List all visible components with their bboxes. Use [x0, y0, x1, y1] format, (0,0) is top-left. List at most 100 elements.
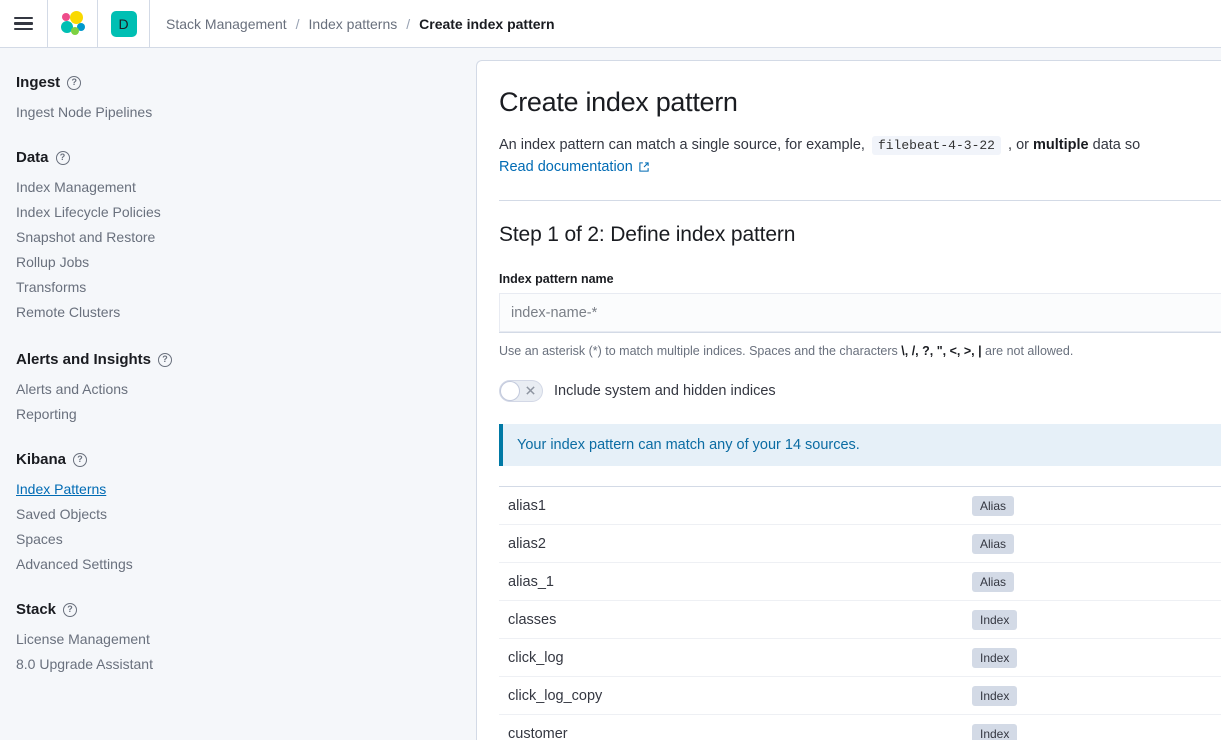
index-type-cell: Alias — [972, 495, 1221, 516]
sidebar-item-spaces[interactable]: Spaces — [16, 527, 63, 552]
toggle-knob — [501, 382, 519, 400]
index-name: alias1 — [508, 497, 546, 514]
top-header-bar: D Stack Management / Index patterns / Cr… — [0, 0, 1221, 48]
index-name: alias2 — [508, 535, 546, 552]
hamburger-menu-icon — [14, 16, 33, 31]
sidebar-item-rollup-jobs[interactable]: Rollup Jobs — [16, 250, 89, 275]
intro-description: An index pattern can match a single sour… — [499, 133, 1221, 158]
matching-indices-table: alias1 Alias alias2 Alias alias_1 Alias … — [499, 486, 1221, 740]
sidebar-group-label: Ingest — [16, 74, 61, 91]
read-documentation-link[interactable]: Read documentation — [499, 159, 650, 175]
helper-prefix: Use an asterisk (*) to match multiple in… — [499, 344, 898, 358]
table-row[interactable]: classes Index — [499, 600, 1221, 638]
status-badge: Index — [972, 609, 1018, 630]
intro-text-part3: data so — [1092, 137, 1141, 153]
sidebar-group-title-kibana: Kibana ? — [16, 451, 476, 468]
sidebar-item-index-lifecycle-policies[interactable]: Index Lifecycle Policies — [16, 200, 161, 225]
code-example-chip: filebeat-4-3-22 — [871, 136, 1001, 155]
breadcrumb-item-stack-management[interactable]: Stack Management — [166, 16, 287, 32]
main-menu-button[interactable] — [0, 0, 48, 48]
table-row[interactable]: customer Index — [499, 714, 1221, 740]
breadcrumb-item-index-patterns[interactable]: Index patterns — [309, 16, 398, 32]
index-name: click_log — [508, 649, 564, 666]
status-badge: Alias — [972, 571, 1015, 592]
index-type-cell: Index — [972, 647, 1221, 668]
sidebar-group-title-data: Data ? — [16, 149, 476, 166]
include-system-indices-toggle[interactable] — [499, 380, 543, 402]
index-name: click_log_copy — [508, 687, 603, 704]
sidebar-group-ingest: Ingest ? Ingest Node Pipelines — [16, 74, 476, 125]
callout-message: Your index pattern can match any of your… — [517, 437, 860, 453]
elastic-logo-icon — [60, 10, 86, 37]
sidebar-group-label: Data — [16, 149, 49, 166]
question-circle-icon[interactable]: ? — [73, 452, 88, 467]
sidebar-item-saved-objects[interactable]: Saved Objects — [16, 502, 107, 527]
include-system-indices-row: Include system and hidden indices — [499, 380, 1221, 402]
table-row[interactable]: alias1 Alias — [499, 486, 1221, 524]
status-badge: Index — [972, 685, 1018, 706]
sidebar-nav: Ingest ? Ingest Node Pipelines Data ? In… — [0, 48, 476, 740]
question-circle-icon[interactable]: ? — [158, 352, 173, 367]
sidebar-item-license-management[interactable]: License Management — [16, 627, 150, 652]
table-row[interactable]: click_log Index — [499, 638, 1221, 676]
helper-suffix: are not allowed. — [985, 344, 1074, 358]
helper-disallowed-chars: \, /, ?, ", <, >, | — [901, 344, 982, 358]
sidebar-item-remote-clusters[interactable]: Remote Clusters — [16, 300, 120, 325]
sidebar-item-ingest-node-pipelines[interactable]: Ingest Node Pipelines — [16, 100, 152, 125]
question-circle-icon[interactable]: ? — [55, 150, 70, 165]
sidebar-group-label: Kibana — [16, 451, 67, 468]
sidebar-group-stack: Stack ? License Management 8.0 Upgrade A… — [16, 601, 476, 677]
index-pattern-name-label: Index pattern name — [499, 272, 614, 286]
intro-text-part1: An index pattern can match a single sour… — [499, 137, 865, 153]
intro-text-bold: multiple — [1033, 137, 1089, 153]
sidebar-item-index-management[interactable]: Index Management — [16, 175, 136, 200]
sidebar-group-data: Data ? Index Management Index Lifecycle … — [16, 149, 476, 325]
table-row[interactable]: alias2 Alias — [499, 524, 1221, 562]
index-type-cell: Alias — [972, 533, 1221, 554]
avatar: D — [110, 10, 137, 37]
sidebar-group-title-alerts-and-insights: Alerts and Insights ? — [16, 351, 476, 368]
table-row[interactable]: click_log_copy Index — [499, 676, 1221, 714]
sidebar-group-label: Alerts and Insights — [16, 351, 152, 368]
main-content-panel: Create index pattern An index pattern ca… — [476, 60, 1221, 740]
sidebar-item-advanced-settings[interactable]: Advanced Settings — [16, 552, 133, 577]
breadcrumb-item-create-index-pattern: Create index pattern — [419, 15, 555, 32]
match-sources-callout: Your index pattern can match any of your… — [499, 424, 1221, 466]
question-circle-icon[interactable]: ? — [63, 602, 78, 617]
sidebar-item-index-patterns[interactable]: Index Patterns — [16, 477, 106, 502]
section-divider — [499, 200, 1221, 201]
sidebar-group-label: Stack — [16, 601, 57, 618]
external-link-icon — [639, 162, 649, 172]
page-title: Create index pattern — [499, 87, 738, 117]
sidebar-item-reporting[interactable]: Reporting — [16, 402, 77, 427]
sidebar-group-title-ingest: Ingest ? — [16, 74, 476, 91]
index-pattern-name-input[interactable] — [499, 293, 1221, 333]
index-type-cell: Index — [972, 685, 1221, 706]
index-name: classes — [508, 611, 557, 628]
cross-icon — [526, 386, 535, 395]
status-badge: Alias — [972, 495, 1015, 516]
input-helper-text: Use an asterisk (*) to match multiple in… — [499, 342, 1221, 360]
sidebar-item-upgrade-assistant[interactable]: 8.0 Upgrade Assistant — [16, 652, 153, 677]
step-heading: Step 1 of 2: Define index pattern — [499, 223, 796, 246]
index-name: alias_1 — [508, 573, 554, 590]
status-badge: Index — [972, 647, 1018, 668]
sidebar-item-transforms[interactable]: Transforms — [16, 275, 86, 300]
include-system-indices-label: Include system and hidden indices — [554, 383, 776, 399]
table-row[interactable]: alias_1 Alias — [499, 562, 1221, 600]
breadcrumb-separator: / — [406, 15, 411, 32]
sidebar-group-title-stack: Stack ? — [16, 601, 476, 618]
question-circle-icon[interactable]: ? — [67, 75, 82, 90]
breadcrumb-separator: / — [295, 15, 300, 32]
sidebar-item-snapshot-and-restore[interactable]: Snapshot and Restore — [16, 225, 155, 250]
sidebar-group-alerts-and-insights: Alerts and Insights ? Alerts and Actions… — [16, 351, 476, 427]
index-type-cell: Index — [972, 609, 1221, 630]
doc-link-label: Read documentation — [499, 159, 633, 175]
index-name: customer — [508, 725, 568, 740]
index-type-cell: Alias — [972, 571, 1221, 592]
sidebar-group-kibana: Kibana ? Index Patterns Saved Objects Sp… — [16, 451, 476, 577]
space-switcher-button[interactable]: D — [98, 0, 150, 48]
elastic-logo-button[interactable] — [48, 0, 98, 48]
status-badge: Index — [972, 723, 1018, 740]
sidebar-item-alerts-and-actions[interactable]: Alerts and Actions — [16, 377, 128, 402]
